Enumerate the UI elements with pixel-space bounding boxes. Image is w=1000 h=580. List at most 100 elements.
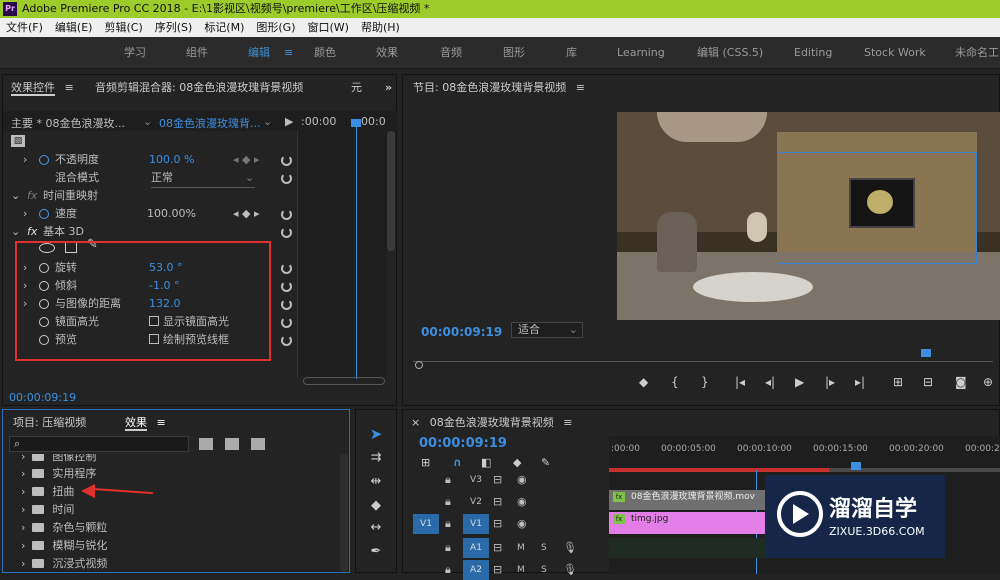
clip-image[interactable]: fx timg.jpg: [609, 512, 765, 534]
speed-value[interactable]: 100.00%: [147, 205, 196, 223]
lock-icon[interactable]: 🔒︎: [445, 492, 451, 512]
pen-tool-icon[interactable]: ✒: [365, 542, 387, 562]
playhead-handle[interactable]: [851, 462, 861, 470]
folder-item[interactable]: › 实用程序: [21, 465, 96, 483]
play-triangle-icon[interactable]: ▶: [285, 115, 293, 128]
workspace-tab-editing-en[interactable]: Editing: [794, 37, 832, 69]
folder-item[interactable]: › 杂色与颗粒: [21, 519, 107, 537]
snap-magnet-icon[interactable]: ∩: [453, 456, 462, 469]
menu-clip[interactable]: 剪辑(C): [98, 18, 148, 37]
reset-icon[interactable]: [281, 299, 292, 310]
menu-window[interactable]: 窗口(W): [302, 18, 355, 37]
workspace-tab-audio[interactable]: 音频: [440, 37, 462, 69]
reset-icon[interactable]: [281, 155, 292, 166]
reset-icon[interactable]: [281, 281, 292, 292]
master-clip-label[interactable]: 主要 * 08金色浪漫玫...: [11, 115, 125, 131]
nest-icon[interactable]: ⊞: [421, 456, 430, 469]
timeline-tab[interactable]: × 08金色浪漫玫瑰背景视频 ≡: [411, 410, 572, 436]
workspace-tab-learning[interactable]: Learning: [617, 37, 665, 69]
fit-select[interactable]: 适合 ⌄: [511, 322, 583, 338]
folder-item[interactable]: › 模糊与锐化: [21, 537, 107, 555]
yuv-effects-icon[interactable]: [251, 438, 265, 450]
effect-controls-tab[interactable]: 效果控件 ≡: [11, 75, 74, 101]
expand-chevron-icon[interactable]: ›: [23, 205, 27, 223]
zoom-scrollbar[interactable]: [303, 377, 385, 385]
track-select-tool-icon[interactable]: ⇉: [365, 448, 387, 468]
mark-out-icon[interactable]: }: [701, 375, 709, 389]
wrench-icon[interactable]: ✎: [541, 456, 550, 469]
workspace-tab-effects[interactable]: 效果: [376, 37, 398, 69]
track-label[interactable]: A1: [463, 538, 489, 558]
transform-bounding-box[interactable]: [777, 152, 977, 264]
timeline-timecode[interactable]: 00:00:09:19: [419, 436, 507, 451]
expand-chevron-icon[interactable]: ›: [21, 521, 25, 534]
stopwatch-icon[interactable]: [39, 209, 49, 219]
audio-track-a1-empty[interactable]: [609, 538, 765, 558]
panel-menu-icon[interactable]: ≡: [576, 81, 585, 94]
marker-icon[interactable]: ◆: [639, 375, 648, 389]
effects-search-input[interactable]: ⌕: [9, 436, 189, 452]
expand-chevron-icon[interactable]: ›: [23, 151, 27, 169]
expand-chevron-icon[interactable]: ›: [21, 557, 25, 570]
opacity-value[interactable]: 100.0 %: [149, 151, 194, 169]
menu-sequence[interactable]: 序列(S): [149, 18, 199, 37]
play-icon[interactable]: ▶: [795, 375, 804, 389]
scrollbar[interactable]: [340, 454, 348, 572]
expand-chevron-icon[interactable]: ›: [21, 485, 25, 498]
track-label[interactable]: V1: [463, 514, 489, 534]
track-label[interactable]: A2: [463, 560, 489, 580]
scrollbar[interactable]: [387, 131, 395, 251]
keyframe-area[interactable]: [297, 131, 387, 377]
extract-icon[interactable]: ⊟: [923, 375, 933, 389]
ripple-edit-tool-icon[interactable]: ⇹: [365, 472, 387, 492]
camera-icon[interactable]: ◙: [955, 375, 967, 389]
effect-controls-timecode[interactable]: 00:00:09:19: [9, 391, 76, 404]
clip-mov[interactable]: fx 08金色浪漫玫瑰背景视频.mov: [609, 490, 765, 510]
folder-item-distort[interactable]: › 扭曲: [21, 483, 74, 501]
eye-icon[interactable]: ◉: [517, 470, 527, 490]
go-to-in-icon[interactable]: |◂: [735, 375, 745, 389]
menu-edit[interactable]: 编辑(E): [49, 18, 99, 37]
solo-button[interactable]: S: [541, 560, 547, 580]
razor-tool-icon[interactable]: ◆: [365, 496, 387, 516]
expand-chevron-icon[interactable]: ›: [21, 503, 25, 516]
step-back-icon[interactable]: ◂|: [765, 375, 775, 389]
menu-file[interactable]: 文件(F): [0, 18, 49, 37]
reset-icon[interactable]: [281, 227, 292, 238]
panel-menu-icon[interactable]: ≡: [157, 416, 166, 429]
slip-tool-icon[interactable]: ↔: [365, 518, 387, 538]
eye-icon[interactable]: ◉: [517, 492, 527, 512]
reset-icon[interactable]: [281, 335, 292, 346]
microphone-icon[interactable]: 🎙︎: [563, 538, 577, 558]
scrub-bar[interactable]: [413, 361, 993, 362]
32bit-effects-icon[interactable]: [225, 438, 239, 450]
sync-lock-icon[interactable]: ⊟: [493, 492, 502, 512]
linked-selection-icon[interactable]: ◧: [481, 456, 491, 469]
menu-graphics[interactable]: 图形(G): [250, 18, 301, 37]
add-marker-icon[interactable]: ◆: [513, 456, 521, 469]
solo-button[interactable]: S: [541, 538, 547, 558]
workspace-tab-assembly[interactable]: 组件: [186, 37, 208, 69]
track-label[interactable]: V2: [463, 492, 489, 512]
scroll-handle[interactable]: [415, 361, 423, 369]
playhead-handle[interactable]: [351, 119, 361, 127]
workspace-tab-unnamed[interactable]: 未命名工: [955, 37, 999, 69]
button-editor-icon[interactable]: ⊕: [983, 375, 993, 389]
expand-chevron-icon[interactable]: ›: [21, 454, 25, 463]
lock-icon[interactable]: 🔒︎: [445, 514, 451, 534]
mute-button[interactable]: M: [517, 560, 525, 580]
step-forward-icon[interactable]: |▸: [825, 375, 835, 389]
expand-chevron-icon[interactable]: ›: [21, 539, 25, 552]
time-ruler[interactable]: :00:00 00:00:05:00 00:00:10:00 00:00:15:…: [609, 444, 1000, 460]
lock-icon[interactable]: 🔒︎: [445, 560, 451, 580]
microphone-icon[interactable]: 🎙︎: [563, 560, 577, 580]
sync-lock-icon[interactable]: ⊟: [493, 560, 502, 580]
mark-in-icon[interactable]: {: [671, 375, 679, 389]
mute-button[interactable]: M: [517, 538, 525, 558]
menu-marker[interactable]: 标记(M): [198, 18, 250, 37]
keyframe-nav-icon[interactable]: ◂ ◆ ▸: [233, 205, 260, 223]
sequence-clip-label[interactable]: 08金色浪漫玫瑰背...: [159, 115, 261, 131]
expand-chevron-icon[interactable]: ›: [21, 467, 25, 480]
accelerated-effects-icon[interactable]: [199, 438, 213, 450]
audio-mixer-tab[interactable]: 音频剪辑混合器: 08金色浪漫玫瑰背景视频: [95, 75, 303, 101]
